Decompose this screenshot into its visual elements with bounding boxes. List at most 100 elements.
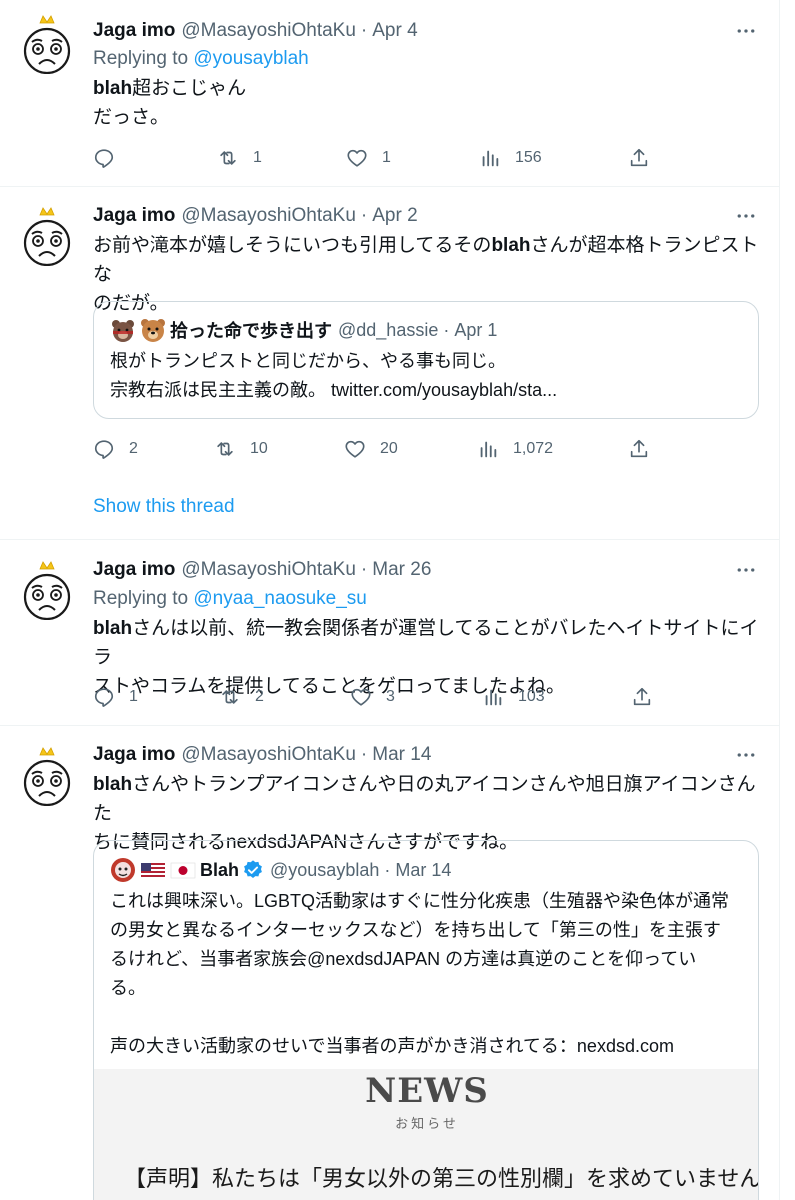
quoted-author-handle[interactable]: @yousayblah (270, 860, 379, 881)
reply-count: 2 (129, 440, 138, 457)
link-card-image[interactable]: NEWS お知らせ 【声明】私たちは「男女以外の第三の性別欄」を求めていません。 (94, 1069, 758, 1200)
tweet[interactable]: Jaga imo @MasayoshiOhtaKu · Apr 4 Replyi… (0, 0, 779, 187)
tweet-header: Jaga imo @MasayoshiOhtaKu · Mar 14 (93, 740, 431, 770)
reply-button[interactable]: 2 (93, 434, 138, 464)
bear-face-emoji-icon (140, 317, 166, 343)
like-count: 20 (380, 440, 398, 457)
like-button[interactable]: 1 (346, 143, 391, 173)
views-button[interactable]: 1,072 (477, 434, 553, 464)
quoted-tweet[interactable]: Blah @yousayblah · Mar 14 これは興味深い。LGBTQ活… (93, 840, 759, 1200)
tweet-text-line: さんは以前、統一教会関係者が運営してることがバレたヘイトサイトにイラ (93, 618, 759, 668)
more-icon (737, 29, 755, 33)
quoted-text-line: 根がトランピストと同じだから、やる事も同じ。 (110, 351, 506, 371)
retweet-button[interactable]: 1 (217, 143, 262, 173)
author-name[interactable]: Jaga imo (93, 205, 175, 227)
tweet[interactable]: Jaga imo @MasayoshiOhtaKu · Apr 2 お前や滝本が… (0, 187, 779, 540)
quoted-tweet-date: Apr 1 (454, 319, 498, 340)
action-bar: 1 2 3 103 (93, 682, 653, 712)
author-name[interactable]: Jaga imo (93, 559, 175, 581)
avatar[interactable] (18, 206, 76, 267)
tweet[interactable]: Jaga imo @MasayoshiOhtaKu · Mar 14 blahさ… (0, 726, 779, 1200)
timeline-border (779, 0, 780, 1200)
retweet-count: 10 (250, 440, 268, 457)
quoted-text-line: る。 (110, 978, 146, 998)
separator-dot: · (360, 744, 368, 765)
like-button[interactable]: 20 (344, 434, 398, 464)
avatar-small (110, 857, 136, 883)
separator-dot: · (443, 319, 450, 340)
quoted-text-line: るけれど、当事者家族会@nexdsdJAPAN の方達は真逆のことを仰ってい (110, 949, 697, 969)
like-button[interactable]: 3 (350, 682, 395, 712)
more-icon (737, 214, 755, 218)
heart-icon (347, 149, 367, 167)
quoted-text-line: これは興味深い。LGBTQ活動家はすぐに性分化疾患（生殖器や染色体が通常 (110, 891, 730, 911)
author-handle[interactable]: @MasayoshiOhtaKu (181, 20, 356, 42)
views-button[interactable]: 156 (479, 143, 542, 173)
author-name[interactable]: Jaga imo (93, 744, 175, 766)
tweet-header: Jaga imo @MasayoshiOhtaKu · Apr 4 (93, 16, 418, 46)
quoted-text-line[interactable]: 声の大きい活動家のせいで当事者の声がかき消されてる：nexdsd.com (110, 1032, 746, 1061)
share-button[interactable] (631, 682, 653, 712)
replying-to-label: Replying to (93, 48, 194, 69)
avatar[interactable] (18, 560, 76, 621)
replying-to-label: Replying to (93, 588, 194, 609)
quoted-text-line[interactable]: 宗教右派は民主主義の敵。 twitter.com/yousayblah/sta.… (110, 376, 746, 405)
share-icon (633, 687, 651, 706)
reply-icon (94, 440, 114, 459)
mention-bold: blah (491, 235, 531, 256)
retweet-button[interactable]: 10 (214, 434, 268, 464)
avatar[interactable] (18, 746, 76, 807)
quoted-tweet-header: Blah @yousayblah · Mar 14 (110, 857, 451, 883)
action-bar: 1 1 156 (93, 143, 653, 173)
more-options-button[interactable] (734, 21, 758, 41)
like-count: 3 (386, 688, 395, 705)
analytics-icon (482, 150, 499, 167)
share-button[interactable] (628, 434, 650, 464)
retweet-button[interactable]: 2 (219, 682, 264, 712)
more-options-button[interactable] (734, 560, 758, 580)
tweet-date[interactable]: Apr 4 (372, 20, 417, 42)
share-button[interactable] (628, 143, 650, 173)
news-title: NEWS (365, 1071, 489, 1111)
quoted-tweet-date: Mar 14 (395, 859, 452, 880)
us-flag-icon (140, 857, 166, 883)
author-handle[interactable]: @MasayoshiOhtaKu (181, 559, 356, 581)
avatar[interactable] (18, 14, 76, 75)
replying-to-link[interactable]: @yousayblah (193, 48, 308, 69)
views-button[interactable]: 103 (482, 682, 545, 712)
replying-to-link[interactable]: @nyaa_naosuke_su (193, 588, 367, 609)
retweet-icon (220, 151, 236, 165)
view-count: 1,072 (513, 440, 554, 457)
show-thread-link[interactable]: Show this thread (93, 496, 235, 518)
bear-emoji-icon (110, 317, 136, 343)
tweet-text: blah超おこじゃん だっさ。 (93, 74, 768, 132)
tweet-date[interactable]: Apr 2 (372, 205, 417, 227)
action-bar: 2 10 20 1,072 (93, 434, 653, 464)
tweet-date[interactable]: Mar 14 (372, 744, 431, 766)
quoted-author-name[interactable]: Blah (200, 860, 239, 881)
retweet-icon (222, 690, 238, 704)
mention-bold: blah (93, 774, 133, 795)
quoted-tweet[interactable]: 拾った命で歩き出す @dd_hassie · Apr 1 根がトランピストと同じ… (93, 301, 759, 419)
tweet[interactable]: Jaga imo @MasayoshiOhtaKu · Mar 26 Reply… (0, 540, 779, 726)
author-name[interactable]: Jaga imo (93, 20, 175, 42)
reply-icon (94, 688, 114, 707)
tweet-date[interactable]: Mar 26 (372, 559, 431, 581)
quoted-tweet-text: 根がトランピストと同じだから、やる事も同じ。 宗教右派は民主主義の敵。 twit… (110, 347, 746, 405)
tweet-header: Jaga imo @MasayoshiOhtaKu · Apr 2 (93, 201, 418, 231)
reply-button[interactable] (93, 143, 129, 173)
quoted-author-handle[interactable]: @dd_hassie (338, 320, 438, 341)
more-icon (737, 753, 755, 757)
more-options-button[interactable] (734, 206, 758, 226)
reply-button[interactable]: 1 (93, 682, 138, 712)
quoted-text-line (110, 1003, 746, 1032)
mention-bold: blah (93, 618, 133, 639)
quoted-author-name[interactable]: 拾った命で歩き出す (170, 317, 332, 343)
tweet-text-line: さんやトランプアイコンさんや日の丸アイコンさんや旭日旗アイコンさんた (93, 774, 756, 824)
replying-to: Replying to @yousayblah (93, 48, 309, 70)
more-options-button[interactable] (734, 745, 758, 765)
quoted-tweet-header: 拾った命で歩き出す @dd_hassie · Apr 1 (110, 317, 497, 343)
author-handle[interactable]: @MasayoshiOhtaKu (181, 744, 356, 766)
reply-icon (94, 149, 114, 168)
author-handle[interactable]: @MasayoshiOhtaKu (181, 205, 356, 227)
